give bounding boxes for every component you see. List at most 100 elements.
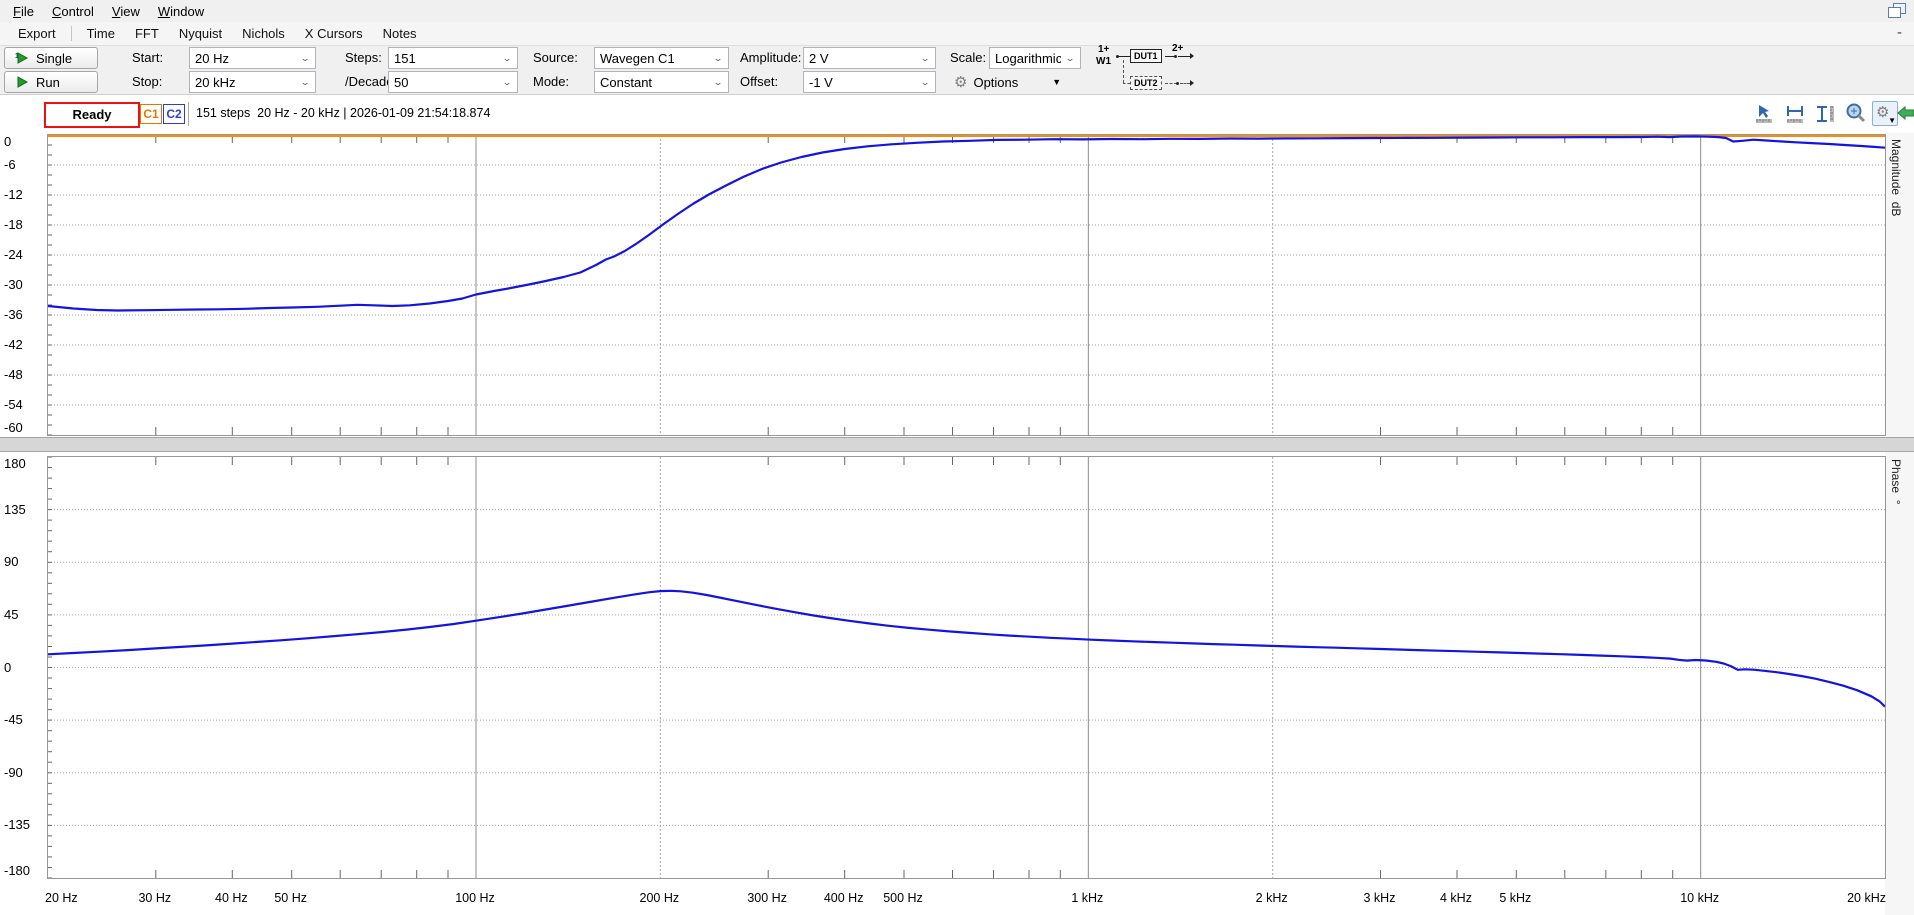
y-tick-label: -90 <box>4 765 23 780</box>
offset-label: Offset: <box>740 71 778 93</box>
menu-file[interactable]: File <box>4 2 43 21</box>
x-tick-label: 50 Hz <box>274 891 307 905</box>
y-tick-label: -12 <box>4 187 23 202</box>
x-tick-label: 10 kHz <box>1680 891 1719 905</box>
channel-1-toggle[interactable]: C1 <box>140 104 162 124</box>
dropdown-arrow-icon: ▼ <box>1888 116 1896 125</box>
amplitude-value: 2 V <box>809 51 916 66</box>
x-tick-label: 2 kHz <box>1256 891 1288 905</box>
stop-select[interactable]: 20 kHz ⌄ <box>189 71 316 93</box>
single-button-label: Single <box>36 51 72 66</box>
chevron-down-icon: ⌄ <box>713 77 723 87</box>
menu-window[interactable]: Window <box>149 2 213 21</box>
cursor-tool-icon[interactable] <box>1753 103 1775 125</box>
tab-export[interactable]: Export <box>8 24 66 43</box>
y-tick-label: -54 <box>4 397 23 412</box>
dropdown-arrow-icon: ▼ <box>1052 77 1061 87</box>
horizontal-cursor-icon[interactable] <box>1784 103 1806 125</box>
right-gutter <box>1885 133 1914 915</box>
start-label: Start: <box>132 47 163 69</box>
mode-value: Constant <box>600 75 709 90</box>
per-decade-select[interactable]: 50 ⌄ <box>388 71 518 93</box>
x-tick-label: 3 kHz <box>1364 891 1396 905</box>
steps-label: Steps: <box>345 47 382 69</box>
menu-control[interactable]: Control <box>43 2 103 21</box>
scale-label: Scale: <box>950 47 986 69</box>
x-tick-label: 20 kHz <box>1847 891 1886 905</box>
options-button[interactable]: ⚙ Options ▼ <box>948 71 1110 93</box>
plot-splitter-handle[interactable] <box>0 437 1914 452</box>
tab-separator <box>71 26 72 41</box>
status-separator <box>188 102 189 126</box>
offset-value: -1 V <box>809 75 916 90</box>
wavegen-w1-label: W1 <box>1096 56 1111 67</box>
x-tick-label: 30 Hz <box>138 891 171 905</box>
phase-axis-title: Phase ° <box>1889 459 1903 505</box>
stop-label: Stop: <box>132 71 162 93</box>
chevron-down-icon: ⌄ <box>920 77 930 87</box>
x-tick-label: 1 kHz <box>1071 891 1103 905</box>
svg-text:1: 1 <box>15 53 19 60</box>
steps-select[interactable]: 151 ⌄ <box>388 47 518 69</box>
chevron-down-icon: ⌄ <box>502 53 512 63</box>
amplitude-label: Amplitude: <box>740 47 801 69</box>
y-tick-label: -45 <box>4 712 23 727</box>
y-tick-label: -36 <box>4 307 23 322</box>
single-button[interactable]: 1 Single <box>4 47 98 69</box>
tab-nyquist[interactable]: Nyquist <box>169 24 232 43</box>
tab-x-cursors[interactable]: X Cursors <box>295 24 373 43</box>
run-button-label: Run <box>36 75 60 90</box>
offset-select[interactable]: -1 V ⌄ <box>803 71 936 93</box>
scale-select[interactable]: Logarithmic ⌄ <box>989 47 1081 69</box>
per-decade-value: 50 <box>394 75 498 90</box>
chevron-down-icon: ⌄ <box>502 77 512 87</box>
phase-plot[interactable] <box>47 456 1886 879</box>
menu-view[interactable]: View <box>103 2 149 21</box>
x-tick-label: 500 Hz <box>883 891 923 905</box>
start-select[interactable]: 20 Hz ⌄ <box>189 47 316 69</box>
plot-settings-button[interactable]: ⚙ ▼ <box>1872 101 1898 126</box>
tab-notes[interactable]: Notes <box>373 24 427 43</box>
y-tick-label: -60 <box>4 420 23 435</box>
dut1-box: DUT1 <box>1130 49 1162 63</box>
zoom-tool-icon[interactable] <box>1845 102 1867 124</box>
x-tick-label: 100 Hz <box>455 891 495 905</box>
status-badge[interactable]: Ready <box>44 102 140 128</box>
source-label: Source: <box>533 47 578 69</box>
toolbar: 1 Single Start: 20 Hz ⌄ Steps: 151 ⌄ Sou… <box>0 46 1914 95</box>
y-tick-label: -6 <box>4 157 16 172</box>
steps-value: 151 <box>394 51 498 66</box>
x-tick-label: 300 Hz <box>747 891 787 905</box>
menu-bar: File Control View Window <box>0 0 1914 22</box>
x-tick-label: 400 Hz <box>824 891 864 905</box>
source-select[interactable]: Wavegen C1 ⌄ <box>594 47 729 69</box>
y-tick-label: -48 <box>4 367 23 382</box>
y-tick-label: -18 <box>4 217 23 232</box>
scale-value: Logarithmic <box>995 51 1061 66</box>
magnitude-plot[interactable] <box>47 134 1886 436</box>
collapse-panel-arrow[interactable] <box>1896 103 1914 123</box>
sweep-info-text: 151 steps 20 Hz - 20 kHz | 2026-01-09 21… <box>196 104 490 122</box>
vertical-cursor-icon[interactable] <box>1814 103 1836 125</box>
tab-nichols[interactable]: Nichols <box>232 24 295 43</box>
channel-2-toggle[interactable]: C2 <box>163 104 185 124</box>
x-tick-label: 4 kHz <box>1440 891 1472 905</box>
source-value: Wavegen C1 <box>600 51 709 66</box>
y-tick-label: 180 <box>4 456 26 471</box>
minimize-dash[interactable]: - <box>1897 24 1902 41</box>
stop-value: 20 kHz <box>195 75 296 90</box>
mode-select[interactable]: Constant ⌄ <box>594 71 729 93</box>
y-tick-label: -24 <box>4 247 23 262</box>
magnitude-axis-title: Magnitude dB <box>1889 139 1903 216</box>
cascade-windows-icon[interactable] <box>1888 3 1906 18</box>
tab-fft[interactable]: FFT <box>125 24 169 43</box>
x-tick-label: 200 Hz <box>640 891 680 905</box>
y-tick-label: -42 <box>4 337 23 352</box>
tab-time[interactable]: Time <box>77 24 125 43</box>
x-tick-label: 5 kHz <box>1499 891 1531 905</box>
gear-icon: ⚙ <box>954 75 967 90</box>
run-button[interactable]: Run <box>4 71 98 93</box>
amplitude-select[interactable]: 2 V ⌄ <box>803 47 936 69</box>
x-tick-label: 40 Hz <box>215 891 248 905</box>
y-tick-label: -30 <box>4 277 23 292</box>
